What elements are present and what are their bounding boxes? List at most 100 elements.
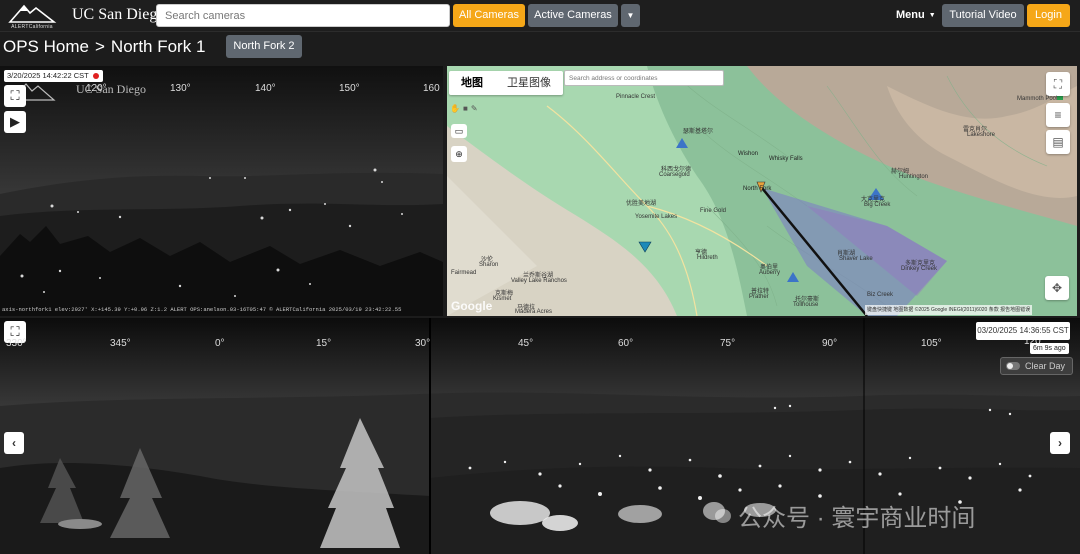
pan-icon: ✥ xyxy=(1051,281,1063,295)
main-camera-view[interactable]: 3/20/2025 14:42:22 CST UC San Diego 120°… xyxy=(0,66,443,316)
degree-mark: 330° xyxy=(6,338,27,349)
map-label: North Fork xyxy=(743,186,772,192)
search-cameras-input[interactable] xyxy=(156,4,450,27)
degree-mark: 0° xyxy=(215,338,225,349)
degree-mark: 15° xyxy=(316,338,332,349)
locate-button[interactable]: ⊕ xyxy=(451,146,467,162)
watermark-text: 公众号 · 寰宇商业时间 xyxy=(738,505,976,532)
map-label: Coarsegold xyxy=(659,172,690,178)
camera-dropdown-caret-button[interactable]: ▼ xyxy=(621,4,640,27)
map-type-tabs: 地图 卫星图像 xyxy=(449,71,563,95)
pano-previous-button[interactable]: ‹ xyxy=(4,432,24,454)
chevron-right-icon: › xyxy=(1058,436,1062,450)
fullscreen-button[interactable]: ⛶ xyxy=(4,85,26,107)
panorama-camera-view[interactable]: ⛶ 330° 345° 0° 15° 30° 45° 60° 75° 90° 1… xyxy=(0,318,1080,554)
map-label: Fine Gold xyxy=(700,208,727,214)
map-label: Dinkey Creek xyxy=(901,266,938,272)
degree-mark: 160 xyxy=(423,83,440,94)
map-fullscreen-button[interactable]: ⛶ xyxy=(1046,72,1070,96)
degree-mark: 130° xyxy=(170,83,191,94)
related-camera-north-fork-2-button[interactable]: North Fork 2 xyxy=(226,35,302,58)
legend-icon: ▤ xyxy=(1052,135,1064,149)
menu-dropdown[interactable]: Menu ▼ xyxy=(896,9,936,21)
map-label: 瑟斯基塔尔 xyxy=(683,129,714,135)
degree-mark: 120° xyxy=(86,83,107,94)
clear-day-toggle[interactable]: Clear Day xyxy=(1000,357,1073,375)
fullscreen-icon: ⛶ xyxy=(1053,77,1063,91)
play-button[interactable]: ▶ xyxy=(4,111,26,133)
ruler-icon: ▭ xyxy=(454,126,464,136)
map-label: Lakeshore xyxy=(967,132,996,138)
degree-mark: 150° xyxy=(339,83,360,94)
map-layers-button[interactable]: ≡ xyxy=(1046,103,1070,127)
breadcrumb: OPS Home > North Fork 1 xyxy=(3,37,205,57)
map-label: Hildreth xyxy=(697,255,718,261)
caret-down-icon: ▼ xyxy=(928,12,936,19)
map-label: Whisky Falls xyxy=(769,156,803,162)
map-label: Big Creek xyxy=(864,202,891,208)
map-label: Shaver Lake xyxy=(839,256,873,262)
mountain-logo-icon xyxy=(8,4,57,23)
map-drawing-tools: ✋ ■ ✎ xyxy=(450,104,494,116)
map-label: Kismet xyxy=(493,296,512,302)
map-search-input[interactable] xyxy=(564,70,724,86)
degree-mark: 90° xyxy=(822,338,838,349)
degree-mark: 75° xyxy=(720,338,736,349)
breadcrumb-current: North Fork 1 xyxy=(110,37,206,56)
layers-icon: ≡ xyxy=(1054,108,1062,122)
degree-mark: 105° xyxy=(921,338,942,349)
camera-map[interactable]: 地图 卫星图像 ✋ ■ ✎ ▭ ⊕ ⛶ ≡ ▤ ✥ Pinnacle Crest… xyxy=(447,66,1077,316)
live-indicator-dot xyxy=(92,73,99,79)
chevron-left-icon: ‹ xyxy=(12,436,16,450)
map-label: Tollhouse xyxy=(793,302,819,308)
map-attribution[interactable]: 键盘快捷键 地图数据 ©2025 Google INEGI(2011)6020 … xyxy=(865,305,1033,315)
map-pan-control[interactable]: ✥ xyxy=(1045,276,1069,300)
wechat-watermark: 公众号 · 寰宇商业时间 xyxy=(702,498,975,533)
pano-age-badge: 6m 9s ago xyxy=(1030,343,1069,354)
login-button[interactable]: Login xyxy=(1027,4,1070,27)
hand-icon[interactable]: ✋ xyxy=(450,104,460,116)
map-label: Sharon xyxy=(479,262,499,268)
breadcrumb-separator: > xyxy=(94,37,105,56)
active-cameras-button[interactable]: Active Cameras xyxy=(528,4,618,27)
map-label: Prather xyxy=(749,294,769,300)
map-label: Yosemite Lakes xyxy=(635,214,678,220)
map-label: Fairmead xyxy=(451,270,477,276)
fullscreen-icon: ⛶ xyxy=(10,324,20,339)
all-cameras-button[interactable]: All Cameras xyxy=(453,4,525,27)
map-label: Valley Lake Ranchos xyxy=(511,278,567,284)
camera-night-image xyxy=(0,66,443,316)
alert-california-logo[interactable]: ALERTCalifornia xyxy=(6,2,58,30)
crosshair-icon: ⊕ xyxy=(455,149,463,159)
caret-down-icon: ▼ xyxy=(626,11,635,20)
map-label: Wishon xyxy=(738,151,759,157)
pano-next-button[interactable]: › xyxy=(1050,432,1070,454)
tutorial-video-button[interactable]: Tutorial Video xyxy=(942,4,1024,27)
ucsd-logo[interactable]: UC San Diego xyxy=(72,6,165,24)
alert-logo-text: ALERTCalifornia xyxy=(11,24,53,30)
pano-timestamp: 03/20/2025 14:36:55 CST xyxy=(976,322,1070,340)
map-legend-button[interactable]: ▤ xyxy=(1046,130,1070,154)
menu-label: Menu xyxy=(896,9,925,21)
camera-caption: axis-northfork1 elev:2927' X:+145.39 Y:+… xyxy=(2,306,402,313)
map-label: Pinnacle Crest xyxy=(616,94,656,100)
polyline-icon[interactable]: ✎ xyxy=(471,104,478,116)
map-label: Madera Acres xyxy=(515,309,553,315)
google-logo: Google xyxy=(451,299,493,313)
camera-timestamp: 3/20/2025 14:42:22 CST xyxy=(7,71,89,80)
map-label: Auberry xyxy=(759,270,781,276)
degree-mark: 30° xyxy=(415,338,431,349)
ruler-button[interactable]: ▭ xyxy=(451,124,467,138)
map-label: Biz Creek xyxy=(867,292,894,298)
fullscreen-icon: ⛶ xyxy=(10,88,20,103)
map-label: Huntington xyxy=(899,174,929,180)
degree-mark: 140° xyxy=(255,83,276,94)
play-icon: ▶ xyxy=(10,114,20,129)
breadcrumb-home[interactable]: OPS Home xyxy=(3,37,89,56)
map-label: Mammoth Pool xyxy=(1017,96,1058,102)
tab-satellite[interactable]: 卫星图像 xyxy=(495,71,563,95)
tab-map[interactable]: 地图 xyxy=(449,71,495,95)
degree-mark: 345° xyxy=(110,338,131,349)
toggle-switch-icon xyxy=(1006,362,1020,370)
square-icon[interactable]: ■ xyxy=(463,104,468,116)
